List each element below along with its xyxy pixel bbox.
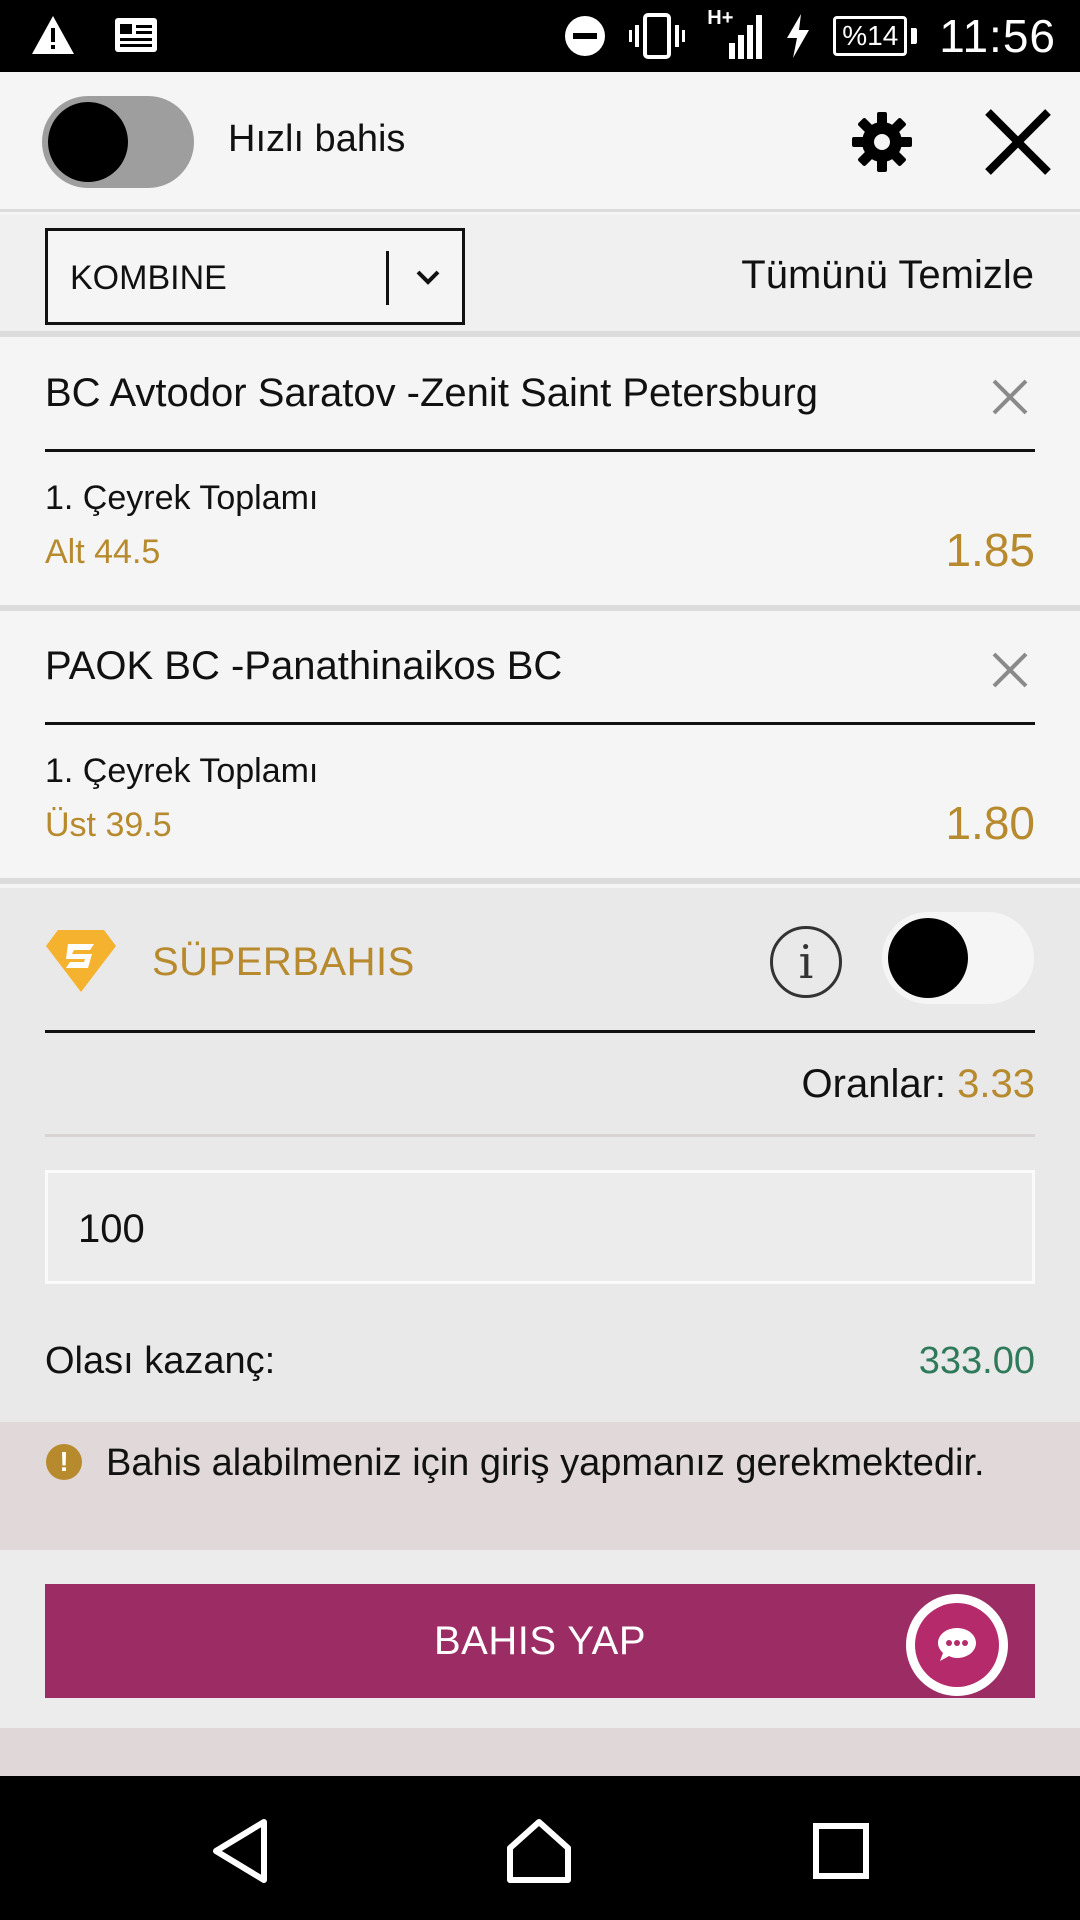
chat-bubble-icon: [915, 1603, 999, 1687]
bet-type-bar: KOMBINE Tümünü Temizle: [0, 215, 1080, 337]
navigation-bar: [0, 1776, 1080, 1920]
bet-item: BC Avtodor Saratov -Zenit Saint Petersbu…: [0, 343, 1080, 611]
do-not-disturb-icon: [565, 16, 606, 56]
remove-bet-icon[interactable]: [990, 377, 1030, 417]
quick-bet-label: Hızlı bahis: [228, 118, 406, 160]
stake-input[interactable]: 100: [45, 1170, 1035, 1284]
clear-all-button[interactable]: Tümünü Temizle: [741, 253, 1034, 298]
info-icon[interactable]: i: [770, 926, 842, 998]
bet-match-name: BC Avtodor Saratov -Zenit Saint Petersbu…: [45, 371, 818, 415]
back-icon[interactable]: [206, 1816, 276, 1886]
home-icon[interactable]: [504, 1816, 574, 1886]
bet-divider: [45, 722, 1035, 725]
battery-level: %14: [833, 16, 908, 56]
status-bar: H+ %14 11:56: [0, 0, 1080, 72]
quick-bet-toggle-knob: [48, 102, 128, 182]
total-odds-value: 3.33: [957, 1062, 1035, 1106]
action-area: BAHIS YAP: [0, 1550, 1080, 1728]
bet-item: PAOK BC -Panathinaikos BC 1. Çeyrek Topl…: [0, 616, 1080, 884]
total-odds: Oranlar: 3.33: [802, 1062, 1035, 1107]
footer-strip: [0, 1728, 1080, 1776]
bet-market: 1. Çeyrek Toplamı: [45, 752, 319, 790]
battery-tip: [911, 28, 918, 44]
odds-divider: [45, 1134, 1035, 1137]
place-bet-button[interactable]: BAHIS YAP: [45, 1584, 1035, 1698]
quick-bet-toggle[interactable]: [42, 96, 194, 188]
bet-match-name: PAOK BC -Panathinaikos BC: [45, 644, 563, 688]
bet-selection: Alt 44.5: [45, 533, 161, 571]
remove-bet-icon[interactable]: [990, 650, 1030, 690]
select-divider: [386, 251, 389, 305]
status-right-icons: H+ %14 11:56: [563, 7, 1056, 64]
charging-icon: [787, 14, 810, 58]
bet-odd: 1.85: [945, 524, 1035, 576]
alert-icon: !: [46, 1444, 82, 1480]
warning-icon: [32, 16, 74, 54]
signal-h-plus-icon: H+: [707, 7, 763, 61]
bet-selection: Üst 39.5: [45, 806, 172, 844]
bet-divider: [45, 449, 1035, 452]
chat-button[interactable]: [906, 1594, 1008, 1696]
chevron-down-icon: [416, 270, 440, 285]
stake-value: 100: [78, 1207, 145, 1251]
bet-slip-header: Hızlı bahis: [0, 72, 1080, 212]
clock: 11:56: [939, 10, 1056, 62]
gear-icon[interactable]: [850, 110, 914, 174]
superbet-logo-icon: [46, 930, 116, 992]
bet-market: 1. Çeyrek Toplamı: [45, 479, 319, 517]
superbet-toggle[interactable]: [882, 912, 1034, 1004]
superbet-toggle-knob: [888, 918, 968, 998]
news-icon: [115, 18, 157, 52]
battery-icon: %14: [833, 16, 918, 56]
bet-type-selected: KOMBINE: [70, 259, 227, 297]
recents-icon[interactable]: [806, 1816, 876, 1886]
superbet-divider: [45, 1030, 1035, 1033]
super-bet-section: SÜPERBAHIS i Oranlar: 3.33 100 Olası kaz…: [0, 888, 1080, 1422]
status-left-icons: [30, 14, 158, 56]
bet-type-select[interactable]: KOMBINE: [45, 228, 465, 325]
login-warning: ! Bahis alabilmeniz için giriş yapmanız …: [0, 1422, 1080, 1550]
login-warning-text: Bahis alabilmeniz için giriş yapmanız ge…: [106, 1442, 985, 1484]
potential-win-label: Olası kazanç:: [45, 1340, 276, 1382]
superbet-label: SÜPERBAHIS: [152, 940, 415, 984]
total-odds-label: Oranlar:: [801, 1062, 958, 1106]
close-icon[interactable]: [980, 104, 1056, 180]
potential-win-value: 333.00: [918, 1340, 1035, 1382]
bet-odd: 1.80: [945, 797, 1035, 849]
vibrate-icon: [629, 13, 686, 59]
